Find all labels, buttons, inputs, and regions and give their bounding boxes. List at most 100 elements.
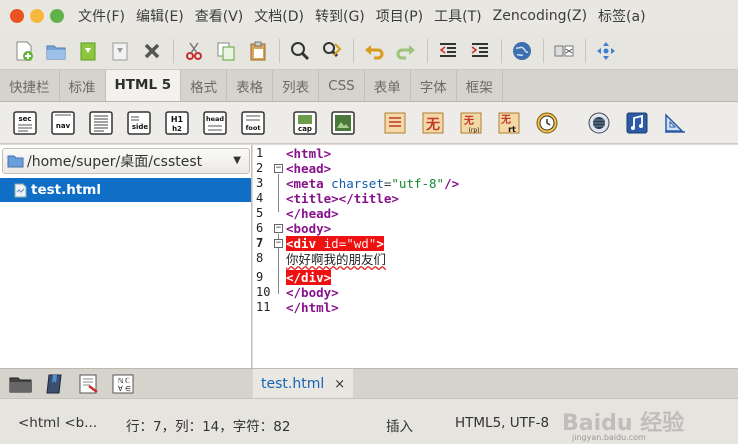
code-line-6: <body> [286,221,332,236]
minimize-window-button[interactable] [30,9,44,23]
tab-format[interactable]: 格式 [181,70,228,101]
menu-tags[interactable]: 标签(a) [598,6,646,26]
code-line-7: <div id="wd"> [286,236,384,251]
close-tab-icon[interactable]: × [334,377,345,392]
redo-icon[interactable] [392,37,420,65]
menu-goto[interactable]: 转到(G) [315,6,365,26]
file-name: test.html [31,182,101,198]
baidu-jingyan-watermark: Baidu 经验 jingyan.baidu.com [562,405,732,442]
fold-toggle-icon[interactable]: − [274,239,283,248]
line-number: 4 [256,191,264,205]
charmap-panel-icon[interactable] [74,371,104,397]
cut-icon[interactable] [180,37,208,65]
save-icon[interactable] [74,37,102,65]
line-number: 2 [256,161,264,175]
paste-icon[interactable] [244,37,272,65]
save-as-icon[interactable] [106,37,134,65]
hgroup-icon[interactable]: H1 h2 [163,109,191,137]
tab-list[interactable]: 列表 [273,70,320,101]
svg-text:cap: cap [298,125,312,133]
figure-icon[interactable] [329,109,357,137]
figcaption-icon[interactable]: cap [291,109,319,137]
header-icon[interactable]: head [201,109,229,137]
snippets-panel-icon[interactable]: ℕ ℂ ∀ ∈ [108,371,138,397]
rt-icon[interactable]: 无 rt [495,109,523,137]
replace-icon[interactable] [318,37,346,65]
document-tabs: test.html × [253,368,738,399]
indent-icon[interactable] [466,37,494,65]
menu-tools[interactable]: 工具(T) [434,6,481,26]
settings-icon[interactable] [592,37,620,65]
audio-video-icon[interactable] [585,109,613,137]
section-icon[interactable]: sec [11,109,39,137]
svg-text:无: 无 [463,115,474,127]
code-line-1: <html> [286,146,332,161]
toolbar-separator [427,38,428,63]
new-file-icon[interactable] [10,37,38,65]
code-line-2: <head> [286,161,332,176]
find-icon[interactable] [286,37,314,65]
undo-icon[interactable] [360,37,388,65]
html-file-icon [14,183,27,197]
document-tab-test-html[interactable]: test.html × [253,369,353,399]
menu-file[interactable]: 文件(F) [78,6,125,26]
article-icon[interactable] [87,109,115,137]
ruby-icon[interactable] [381,109,409,137]
fold-guide [278,174,279,212]
footer-icon[interactable]: foot [239,109,267,137]
menu-edit[interactable]: 编辑(E) [136,6,184,26]
file-browser: /home/super/桌面/csstest ▼ test.html [0,145,252,368]
time-icon[interactable] [533,109,561,137]
menu-view[interactable]: 查看(V) [195,6,244,26]
tab-standard[interactable]: 标准 [60,70,106,101]
copy-icon[interactable] [212,37,240,65]
tab-html5[interactable]: HTML 5 [105,70,182,101]
music-icon[interactable] [623,109,651,137]
bookmarks-panel-icon[interactable] [40,371,70,397]
fold-toggle-icon[interactable]: − [274,164,283,173]
svg-text:head: head [206,115,224,123]
menu-project[interactable]: 项目(P) [376,6,423,26]
tab-css[interactable]: CSS [319,70,365,101]
chevron-down-icon: ▼ [233,155,241,166]
code-line-5: </head> [286,206,339,221]
current-line-number: 7 [256,236,264,250]
nav-icon[interactable]: nav [49,109,77,137]
sidebar-panel-switcher: ℕ ℂ ∀ ∈ [0,368,253,398]
status-encoding: HTML5, UTF-8 [455,415,550,431]
svg-text:(rp): (rp) [469,127,480,134]
code-line-8: 你好啊我的朋友们 [286,252,386,267]
preview-globe-icon[interactable] [508,37,536,65]
code-line-11: </html> [286,300,339,315]
close-window-button[interactable] [10,9,24,23]
fold-toggle-icon[interactable]: − [274,224,283,233]
rp-icon[interactable]: 无 [419,109,447,137]
fullscreen-icon[interactable] [550,37,578,65]
code-editor[interactable]: 1 2 3 4 5 6 7 8 9 10 11 − − − <html> <he… [253,145,738,368]
rp2-icon[interactable]: 无 (rp) [457,109,485,137]
line-number: 6 [256,221,264,235]
maximize-window-button[interactable] [50,9,64,23]
code-line-4: <title></title> [286,191,399,206]
tab-frame[interactable]: 框架 [457,70,503,101]
tab-quickbar[interactable]: 快捷栏 [0,70,60,101]
tab-form[interactable]: 表单 [365,70,411,101]
tab-table[interactable]: 表格 [227,70,274,101]
canvas-icon[interactable] [661,109,689,137]
line-number: 8 [256,251,264,265]
open-folder-icon[interactable] [42,37,70,65]
filebrowser-panel-icon[interactable] [6,371,36,397]
tab-font[interactable]: 字体 [411,70,457,101]
unindent-icon[interactable] [434,37,462,65]
file-item-test-html[interactable]: test.html [0,178,251,202]
menu-document[interactable]: 文档(D) [254,6,304,26]
close-icon[interactable] [138,37,166,65]
html5-toolbar: sec nav side H1 h2 head foot cap 无 无 (rp) … [0,102,738,144]
aside-icon[interactable]: side [125,109,153,137]
directory-select[interactable]: /home/super/桌面/csstest ▼ [2,148,250,174]
status-insert-mode: 插入 [386,419,413,435]
svg-text:无: 无 [425,117,440,133]
menu-zencoding[interactable]: Zencoding(Z) [493,8,587,24]
svg-text:rt: rt [508,125,516,134]
toolbar-separator [353,38,354,63]
